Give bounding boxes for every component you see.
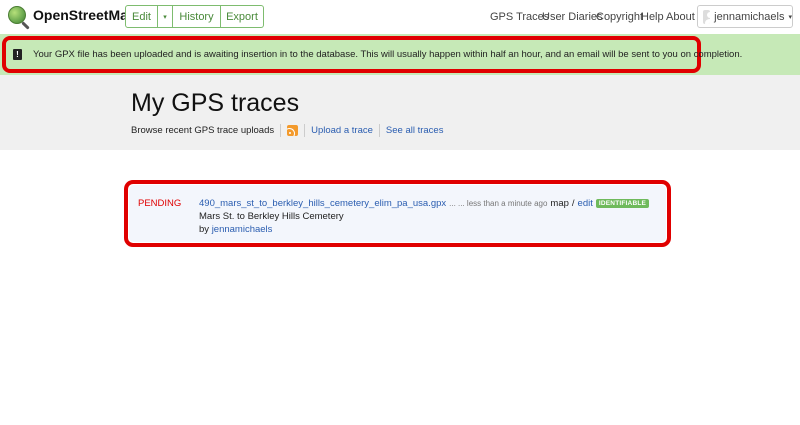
identifiable-badge: IDENTIFIABLE bbox=[595, 199, 650, 208]
chevron-down-icon: ▾ bbox=[788, 13, 792, 21]
osm-logo-icon bbox=[8, 6, 26, 24]
trace-owner-link[interactable]: jennamichaels bbox=[212, 224, 273, 235]
nav-help[interactable]: Help bbox=[641, 11, 664, 23]
chevron-down-icon: ▾ bbox=[163, 13, 167, 21]
avatar bbox=[703, 9, 711, 24]
edit-dropdown-toggle[interactable]: ▾ bbox=[158, 5, 173, 28]
divider bbox=[304, 124, 306, 137]
trace-slash: / bbox=[571, 198, 575, 209]
content-heading bbox=[0, 75, 800, 150]
edit-history-export-group: Edit ▾ History Export bbox=[125, 5, 264, 28]
edit-button[interactable]: Edit bbox=[125, 5, 158, 28]
exclamation-icon: ! bbox=[13, 49, 22, 60]
nav-gps-traces[interactable]: GPS Traces bbox=[490, 11, 549, 23]
trace-meta: ... ... less than a minute ago bbox=[449, 199, 548, 208]
trace-status: PENDING bbox=[138, 198, 182, 209]
secondary-nav: Browse recent GPS trace uploads Upload a… bbox=[131, 124, 443, 137]
by-prefix: by bbox=[199, 224, 210, 235]
divider bbox=[280, 124, 282, 137]
export-button[interactable]: Export bbox=[221, 5, 264, 28]
flash-message: Your GPX file has been uploaded and is a… bbox=[33, 49, 743, 60]
trace-filename-link[interactable]: 490_mars_st_to_berkley_hills_cemetery_el… bbox=[199, 198, 446, 209]
history-button[interactable]: History bbox=[173, 5, 221, 28]
nav-about[interactable]: About bbox=[666, 11, 695, 23]
browse-text: Browse recent GPS trace uploads bbox=[131, 125, 275, 136]
trace-description: Mars St. to Berkley Hills Cemetery bbox=[199, 211, 344, 222]
trace-owner-line: by jennamichaels bbox=[199, 224, 272, 235]
user-menu-button[interactable]: jennamichaels ▾ bbox=[697, 5, 793, 28]
site-logo[interactable]: OpenStreetMap bbox=[8, 6, 136, 24]
username-label: jennamichaels bbox=[714, 10, 785, 23]
see-all-traces-link[interactable]: See all traces bbox=[386, 125, 444, 136]
trace-map-label[interactable]: map bbox=[550, 198, 568, 209]
rss-icon[interactable] bbox=[287, 125, 299, 136]
nav-user-diaries[interactable]: User Diaries bbox=[542, 11, 603, 23]
logo-text: OpenStreetMap bbox=[33, 7, 137, 23]
trace-title-line: 490_mars_st_to_berkley_hills_cemetery_el… bbox=[199, 198, 650, 209]
upload-trace-link[interactable]: Upload a trace bbox=[311, 125, 373, 136]
trace-edit-link[interactable]: edit bbox=[578, 198, 593, 209]
divider bbox=[378, 124, 380, 137]
page-title: My GPS traces bbox=[131, 89, 300, 117]
top-header: OpenStreetMap Edit ▾ History Export GPS … bbox=[0, 0, 800, 34]
nav-copyright[interactable]: Copyright bbox=[596, 11, 643, 23]
